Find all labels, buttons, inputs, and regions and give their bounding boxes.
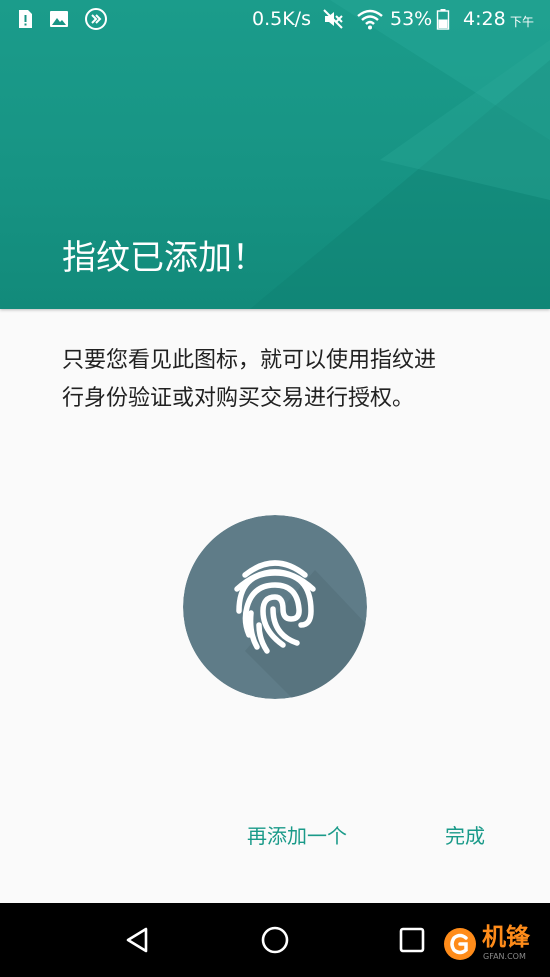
recents-square-icon[interactable]: [396, 924, 428, 956]
sim-alert-icon: [19, 10, 32, 28]
home-circle-icon[interactable]: [259, 924, 291, 956]
fingerprint-icon: [183, 515, 367, 699]
clock-ampm: 下午: [510, 15, 535, 29]
add-another-button[interactable]: 再添加一个: [247, 820, 347, 852]
gfan-watermark: 机锋 GFAN.COM: [440, 922, 546, 966]
header-banner: 0.5K/s 53% 4:28 下午 指纹已添加！: [0, 0, 550, 309]
network-speed: 0.5K/s: [252, 8, 311, 30]
fingerprint-badge: [183, 515, 367, 699]
gfan-logo-icon: [444, 928, 476, 960]
watermark-brand: 机锋: [482, 923, 530, 951]
done-button[interactable]: 完成: [445, 820, 485, 852]
fast-forward-circle-icon: [85, 8, 107, 30]
battery-icon: [436, 9, 450, 30]
description-line-1: 只要您看见此图标，就可以使用指纹进: [62, 348, 437, 373]
description-line-2: 行身份验证或对购买交易进行授权。: [62, 386, 415, 411]
page-title: 指纹已添加！: [62, 238, 266, 278]
watermark-domain: GFAN.COM: [483, 952, 526, 961]
status-bar: 0.5K/s 53% 4:28 下午: [0, 0, 550, 38]
clock-time: 4:28: [463, 8, 506, 30]
wifi-icon: [357, 9, 383, 30]
description-text: 只要您看见此图标，就可以使用指纹进 行身份验证或对购买交易进行授权。: [62, 342, 502, 418]
back-triangle-icon[interactable]: [122, 924, 154, 956]
volume-off-icon: [323, 9, 343, 29]
battery-percent: 53%: [390, 8, 433, 30]
image-icon: [50, 11, 68, 27]
